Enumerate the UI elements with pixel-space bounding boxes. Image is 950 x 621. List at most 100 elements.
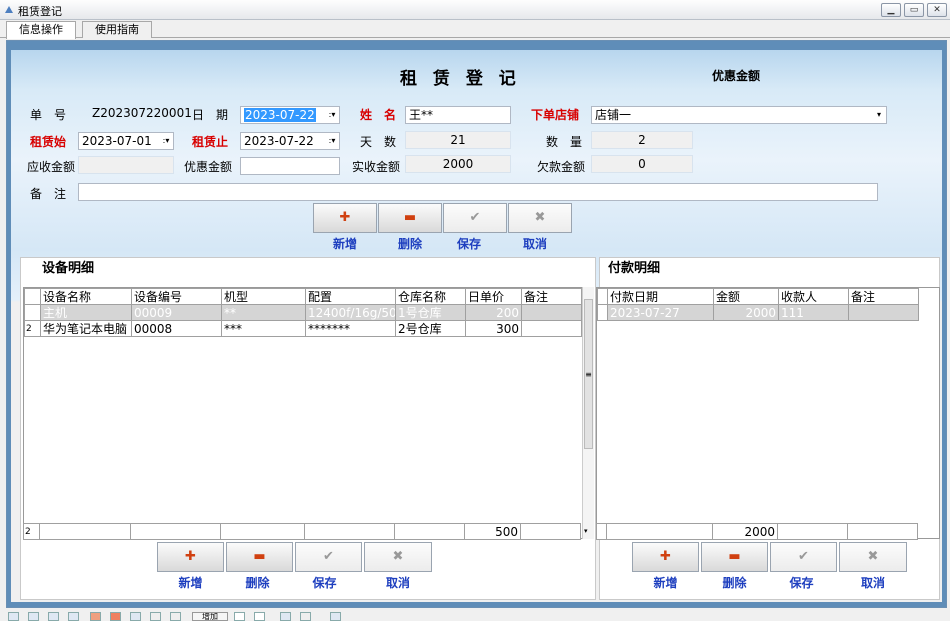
cell-payee[interactable]: 111 [778,304,849,321]
col-note[interactable]: 备注 [848,288,919,305]
add-record-icon[interactable] [90,612,101,621]
equipment-cancel-label[interactable]: 取消 [364,574,432,591]
cancel-button[interactable]: ✖ [508,203,572,233]
start-date-picker[interactable]: 2023-07-01:▾ [78,132,174,150]
cell-name[interactable]: 华为笔记本电脑 [40,320,132,337]
prev-record-icon[interactable] [28,612,39,621]
cell-amount[interactable]: 2000 [713,304,779,321]
save-button[interactable]: ✔ [443,203,507,233]
first-record-icon[interactable] [8,612,19,621]
shop-select[interactable]: 店铺一 ▾ [591,106,887,124]
payment-save-button[interactable]: ✔ [770,542,837,572]
edit-record-icon[interactable] [130,612,141,621]
payment-header-row: 付款日期 金额 收款人 备注 [597,288,919,305]
date-picker[interactable]: 2023-07-22:▾ [240,106,340,124]
equipment-title: 设备明细 [42,261,95,276]
next-record-icon[interactable] [48,612,59,621]
add-button-label[interactable]: 新增 [313,235,377,252]
cell-model[interactable]: *** [221,320,306,337]
delete-button-label[interactable]: 删除 [378,235,442,252]
paste-icon[interactable] [254,612,265,621]
cancel-record-icon[interactable] [170,612,181,621]
col-amount[interactable]: 金额 [713,288,779,305]
chevron-down-icon[interactable]: :▾ [326,134,338,148]
col-daily-price[interactable]: 日单价 [465,288,522,305]
col-equipment-code[interactable]: 设备编号 [131,288,222,305]
table-row[interactable]: 2 华为笔记本电脑 00008 *** ******* 2号仓库 300 [24,320,582,337]
scroll-thumb[interactable]: ≡ [584,299,593,449]
last-record-icon[interactable] [68,612,79,621]
copy-icon[interactable] [234,612,245,621]
table-row[interactable]: 1 ▸ 主机 00009 ** 12400f/16g/500 1号仓库 200 [24,304,582,321]
payment-cancel-label[interactable]: 取消 [839,574,907,591]
minimize-button[interactable]: ▁ [881,3,901,17]
payment-cancel-button[interactable]: ✖ [839,542,907,572]
cell-warehouse[interactable]: 2号仓库 [395,320,466,337]
col-payee[interactable]: 收款人 [778,288,849,305]
name-label: 姓 名 [360,108,397,122]
cell-note[interactable] [521,304,582,321]
equipment-save-label[interactable]: 保存 [291,574,358,591]
payment-delete-label[interactable]: 删除 [701,574,768,591]
remark-label: 备 注 [30,187,67,201]
delete-record-icon[interactable] [110,612,121,621]
col-pay-date[interactable]: 付款日期 [607,288,714,305]
col-warehouse[interactable]: 仓库名称 [395,288,466,305]
equipment-save-button[interactable]: ✔ [295,542,362,572]
equipment-header-row: 设备名称 设备编号 机型 配置 仓库名称 日单价 备注 [24,288,582,305]
equipment-cancel-button[interactable]: ✖ [364,542,432,572]
name-input[interactable]: 王** [405,106,511,124]
payment-save-label[interactable]: 保存 [768,574,835,591]
cell-config[interactable]: 12400f/16g/500 [305,304,396,321]
chevron-down-icon[interactable]: :▾ [326,108,338,122]
end-date-picker[interactable]: 2023-07-22:▾ [240,132,340,150]
receivable-value [78,156,174,174]
table-row[interactable]: ▸ 2023-07-27 2000 111 [597,304,919,321]
equipment-add-button[interactable]: ✚ [157,542,224,572]
arrow-icon[interactable] [300,612,311,621]
save-button-label[interactable]: 保存 [443,235,495,252]
cell-note[interactable] [848,304,919,321]
cell-model[interactable]: ** [221,304,306,321]
discount-input[interactable] [240,157,340,175]
days-value: 21 [405,131,511,149]
cell-note[interactable] [521,320,582,337]
col-model[interactable]: 机型 [221,288,306,305]
equipment-scrollbar[interactable]: ≡ ▾ [582,287,594,539]
cell-pay-date[interactable]: 2023-07-27 [607,304,714,321]
post-record-icon[interactable] [150,612,161,621]
scroll-down-icon[interactable]: ▾ [584,527,588,535]
cell-config[interactable]: ******* [305,320,396,337]
maximize-button[interactable]: ▭ [904,3,924,17]
cell-price[interactable]: 200 [465,304,522,321]
equipment-grid: 设备名称 设备编号 机型 配置 仓库名称 日单价 备注 1 ▸ 主机 00009… [23,287,593,539]
cell-code[interactable]: 00008 [131,320,222,337]
equipment-delete-button[interactable]: ▬ [226,542,293,572]
col-note[interactable]: 备注 [521,288,582,305]
delete-button[interactable]: ▬ [378,203,442,233]
save-icon[interactable] [280,612,291,621]
payment-delete-button[interactable]: ▬ [701,542,768,572]
equipment-delete-label[interactable]: 删除 [226,574,289,591]
cancel-button-label[interactable]: 取消 [503,235,567,252]
tab-user-guide[interactable]: 使用指南 [82,21,152,38]
tab-info-ops[interactable]: 信息操作 [6,21,76,39]
cell-name[interactable]: 主机 [40,304,132,321]
cell-warehouse[interactable]: 1号仓库 [395,304,466,321]
close-button[interactable]: ✕ [927,3,947,17]
remark-input[interactable] [78,183,878,201]
chevron-down-icon[interactable]: :▾ [160,134,172,148]
add-button[interactable]: ✚ [313,203,377,233]
qty-value: 2 [591,131,693,149]
cell-price[interactable]: 300 [465,320,522,337]
equipment-add-label[interactable]: 新增 [157,574,224,591]
col-config[interactable]: 配置 [305,288,396,305]
add-record-button[interactable]: 增加 [192,612,228,621]
payment-add-button[interactable]: ✚ [632,542,699,572]
exit-icon[interactable] [330,612,341,621]
received-value: 2000 [405,155,511,173]
col-equipment-name[interactable]: 设备名称 [40,288,132,305]
chevron-down-icon[interactable]: ▾ [873,108,885,122]
payment-add-label[interactable]: 新增 [632,574,699,591]
cell-code[interactable]: 00009 [131,304,222,321]
